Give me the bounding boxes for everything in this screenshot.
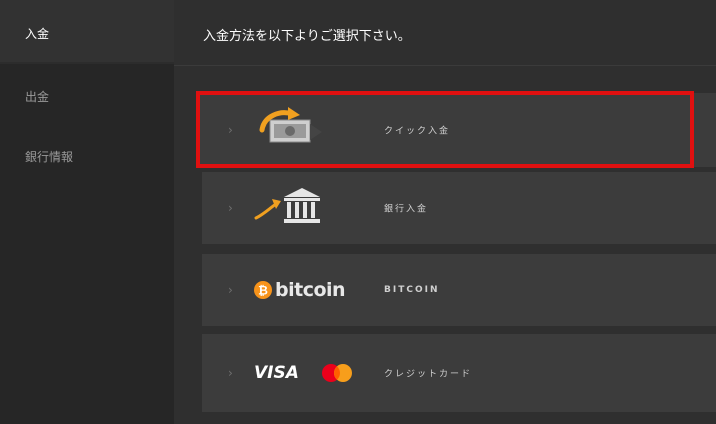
chevron-right-icon: › <box>228 201 233 215</box>
svg-text:₿: ₿ <box>258 284 268 298</box>
chevron-right-icon: › <box>228 366 233 380</box>
main-panel: 入金方法を以下よりご選択下さい。 › クイック入金 › 銀行入金 › ₿ bit… <box>174 0 716 424</box>
sidebar-item-label: 銀行情報 <box>25 150 74 164</box>
method-credit-card[interactable]: › VISA クレジットカード <box>202 334 716 412</box>
divider <box>174 65 716 66</box>
visa-logo: VISA <box>254 363 299 383</box>
chevron-right-icon: › <box>228 283 233 297</box>
method-quick-deposit[interactable]: › クイック入金 <box>196 93 716 167</box>
sidebar-item-label: 出金 <box>25 90 50 104</box>
method-label: 銀行入金 <box>384 204 429 215</box>
chevron-right-icon: › <box>228 123 233 137</box>
method-label: クレジットカード <box>384 369 473 380</box>
visa-mastercard-logo: VISA <box>254 363 353 383</box>
method-bank-deposit[interactable]: › 銀行入金 <box>202 172 716 244</box>
method-label: クイック入金 <box>384 126 451 137</box>
method-bitcoin[interactable]: › ₿ bitcoin BITCOIN <box>202 254 716 326</box>
sidebar-item-deposit[interactable]: 入金 <box>0 0 174 62</box>
sidebar: 入金 出金 銀行情報 <box>0 0 174 424</box>
page-title: 入金方法を以下よりご選択下さい。 <box>203 29 411 44</box>
quick-deposit-icon <box>256 106 326 154</box>
sidebar-item-bank-info[interactable]: 銀行情報 <box>0 124 174 424</box>
bitcoin-logo: ₿ bitcoin <box>254 279 346 301</box>
sidebar-item-label: 入金 <box>25 27 50 41</box>
bank-icon <box>254 186 324 230</box>
sidebar-item-withdraw[interactable]: 出金 <box>0 64 174 124</box>
method-label: BITCOIN <box>384 285 440 295</box>
mastercard-icon <box>321 364 352 382</box>
bitcoin-wordmark: bitcoin <box>275 279 346 301</box>
